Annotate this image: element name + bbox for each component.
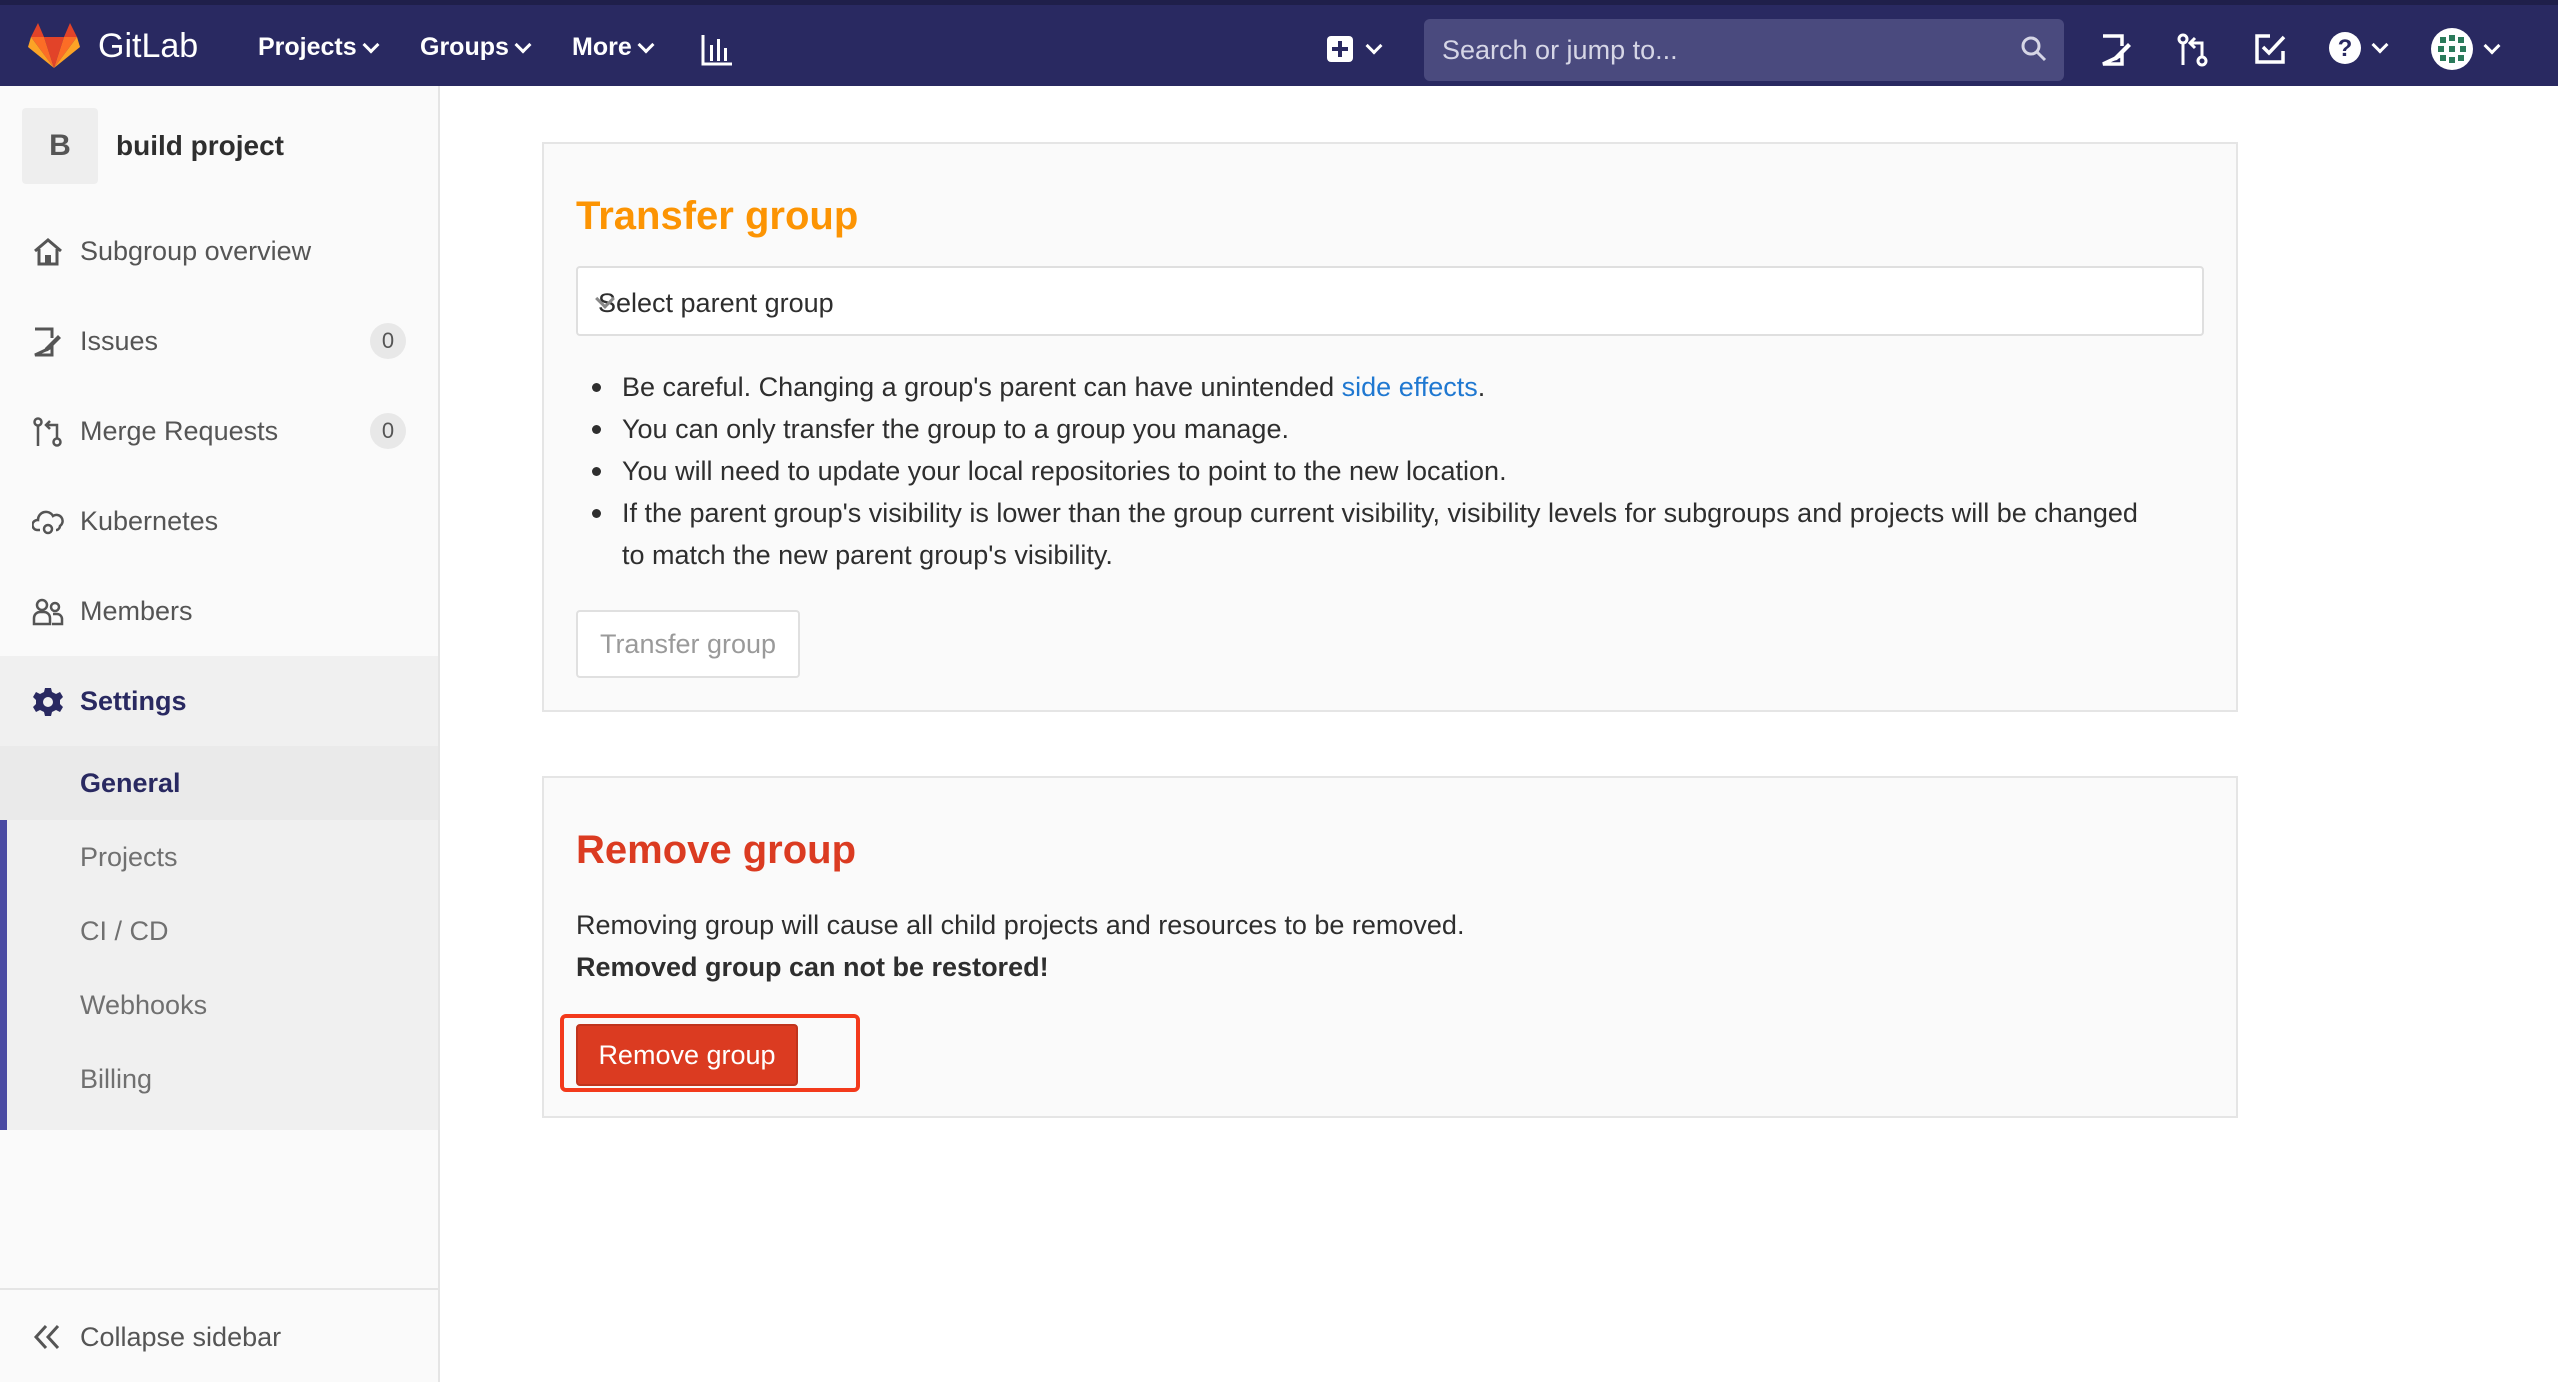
list-item: If the parent group's visibility is lowe…	[592, 492, 2142, 576]
sidebar-item-subgroup-overview[interactable]: Subgroup overview	[0, 206, 438, 296]
todo-icon[interactable]	[2254, 33, 2286, 65]
side-effects-link[interactable]: side effects	[1342, 372, 1478, 402]
help-dropdown[interactable]: ?	[2328, 31, 2389, 65]
sidebar-subitem-general[interactable]: General	[0, 746, 438, 820]
sidebar-subitem-label: CI / CD	[80, 916, 169, 946]
chevron-down-icon	[637, 36, 655, 53]
remove-warning-bold: Removed group can not be restored!	[576, 952, 1049, 982]
sidebar-subitem-label: Projects	[80, 842, 178, 872]
note-text: Be careful. Changing a group's parent ca…	[622, 372, 1342, 402]
sidebar-item-label: Settings	[80, 685, 187, 716]
sidebar-item-label: Issues	[80, 325, 159, 356]
sidebar-item-settings[interactable]: Settings	[0, 656, 438, 746]
user-avatar-icon	[2431, 28, 2473, 70]
search-icon[interactable]	[2020, 35, 2048, 63]
list-item: Be careful. Changing a group's parent ca…	[592, 366, 2142, 408]
collapse-sidebar-button[interactable]: Collapse sidebar	[0, 1288, 438, 1382]
sidebar-item-label: Members	[80, 595, 193, 626]
nav-groups-label: Groups	[420, 33, 509, 61]
user-menu[interactable]	[2430, 27, 2501, 71]
chevron-down-icon	[362, 36, 380, 53]
collapse-sidebar-label: Collapse sidebar	[80, 1322, 282, 1352]
sidebar-subitem-webhooks[interactable]: Webhooks	[0, 968, 438, 1042]
sidebar-subitem-label: Billing	[80, 1064, 153, 1094]
count-badge: 0	[370, 323, 406, 359]
settings-section: Settings General Projects CI / CD Webhoo…	[0, 656, 438, 1130]
parent-group-select-value: Select parent group	[598, 288, 834, 318]
note-text: .	[1477, 372, 1486, 402]
count-badge: 0	[370, 413, 406, 449]
merge-request-icon	[33, 417, 62, 447]
remove-group-panel: Remove group Removing group will cause a…	[542, 776, 2238, 1118]
list-item: You can only transfer the group to a gro…	[592, 408, 2142, 450]
brand-name[interactable]: GitLab	[98, 27, 198, 66]
sidebar-item-members[interactable]: Members	[0, 566, 438, 656]
top-navbar: GitLab Projects Groups More Search or ju…	[0, 0, 2558, 86]
new-item-dropdown[interactable]	[1326, 35, 1383, 63]
issues-icon	[34, 327, 61, 357]
sidebar-item-kubernetes[interactable]: Kubernetes	[0, 476, 438, 566]
list-item: You will need to update your local repos…	[592, 450, 2142, 492]
sidebar-item-label: Merge Requests	[80, 415, 279, 446]
chevron-down-icon	[2483, 37, 2501, 55]
nav-more-label: More	[572, 33, 632, 61]
double-chevron-left-icon	[33, 1324, 60, 1350]
chevron-down-icon	[1365, 37, 1383, 55]
sidebar-item-issues[interactable]: Issues 0	[0, 296, 438, 386]
sidebar-item-label: Subgroup overview	[80, 235, 312, 266]
help-icon: ?	[2329, 32, 2361, 64]
gitlab-logo-icon[interactable]	[28, 23, 80, 69]
transfer-group-panel: Transfer group Select parent group Be ca…	[542, 142, 2238, 712]
sidebar-subitem-label: Webhooks	[80, 990, 208, 1020]
sidebar-subitem-ci-cd[interactable]: CI / CD	[0, 894, 438, 968]
merge-request-icon[interactable]	[2176, 33, 2210, 67]
remove-warning-text: Removing group will cause all child proj…	[576, 910, 1465, 940]
nav-groups[interactable]: Groups	[420, 33, 532, 62]
gear-icon	[33, 688, 63, 716]
users-icon	[32, 598, 64, 626]
chevron-down-icon	[2371, 36, 2389, 54]
transfer-notes-list: Be careful. Changing a group's parent ca…	[592, 366, 2142, 576]
sidebar: B build project Subgroup overview Issues…	[0, 86, 440, 1382]
sidebar-subitem-billing[interactable]: Billing	[0, 1042, 438, 1116]
search-input[interactable]	[1442, 19, 2002, 81]
transfer-group-button[interactable]: Transfer group	[576, 610, 800, 678]
home-icon	[34, 238, 62, 266]
sidebar-subitem-projects[interactable]: Projects	[0, 820, 438, 894]
parent-group-select[interactable]: Select parent group	[576, 266, 2204, 336]
nav-projects-label: Projects	[258, 33, 357, 61]
sidebar-subitem-label: General	[80, 768, 181, 798]
sidebar-item-label: Kubernetes	[80, 505, 219, 536]
remove-group-button[interactable]: Remove group	[576, 1024, 798, 1086]
group-avatar[interactable]: B	[22, 108, 98, 184]
chevron-down-icon	[514, 36, 532, 53]
remove-group-title: Remove group	[576, 828, 857, 872]
sidebar-item-merge-requests[interactable]: Merge Requests 0	[0, 386, 438, 476]
svg-text:?: ?	[2338, 35, 2353, 62]
activity-chart-icon[interactable]	[700, 33, 734, 67]
group-name[interactable]: build project	[116, 130, 284, 162]
search-box[interactable]	[1424, 19, 2064, 81]
nav-projects[interactable]: Projects	[258, 33, 380, 62]
issues-icon[interactable]	[2100, 33, 2132, 67]
nav-more[interactable]: More	[572, 33, 655, 62]
transfer-group-title: Transfer group	[576, 194, 859, 238]
cloud-gear-icon	[32, 510, 64, 535]
plus-square-icon	[1327, 36, 1353, 62]
remove-warning: Removing group will cause all child proj…	[576, 904, 1464, 988]
